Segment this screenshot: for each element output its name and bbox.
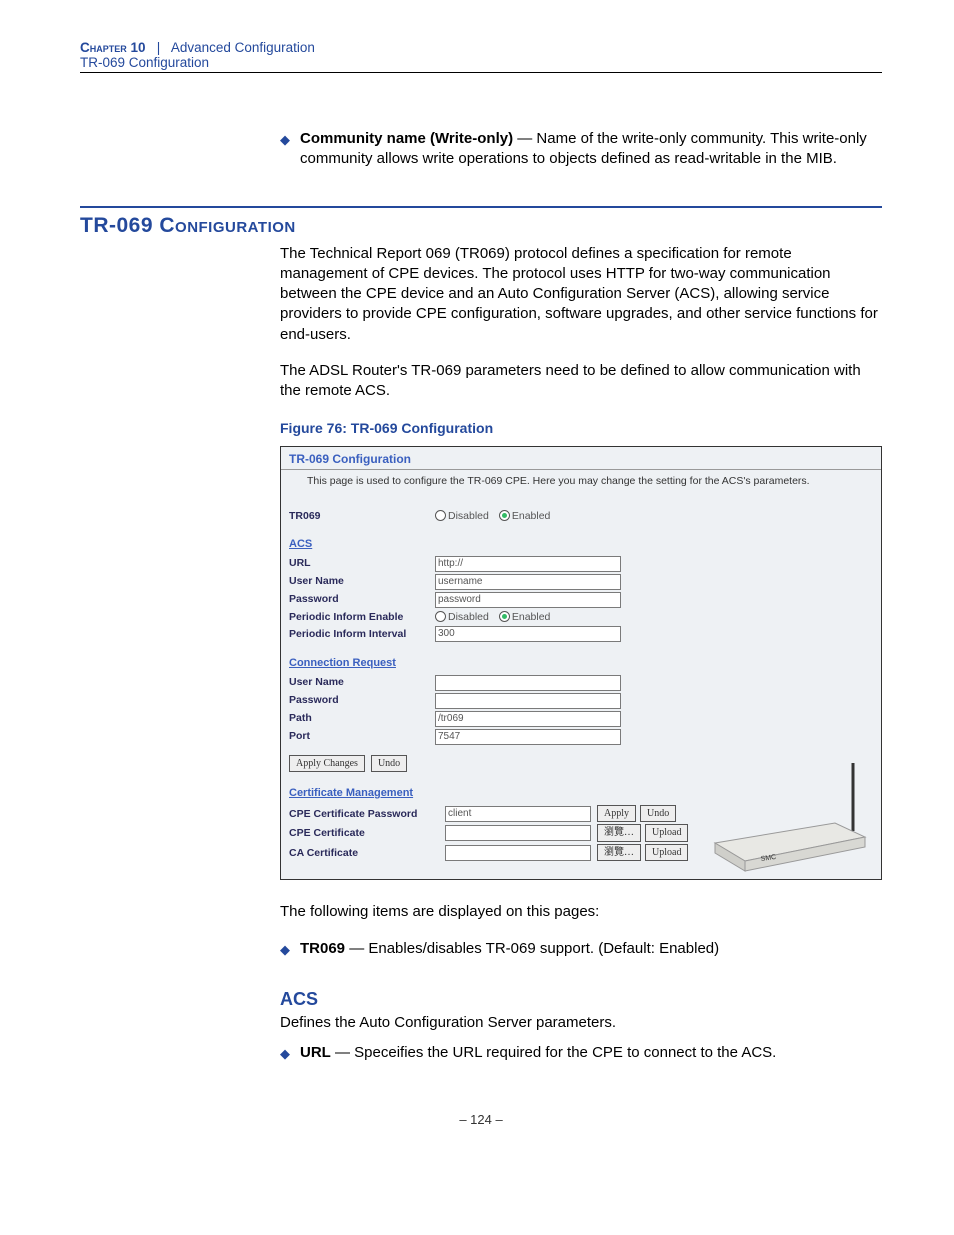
periodic-inform-interval-input[interactable]: 300 — [435, 626, 621, 642]
periodic-inform-interval-label: Periodic Inform Interval — [289, 627, 435, 641]
cr-path-label: Path — [289, 711, 435, 725]
bullet-community-name: ◆ Community name (Write-only) — Name of … — [280, 129, 882, 170]
items-intro: The following items are displayed on thi… — [280, 902, 882, 922]
ca-cert-label: CA Certificate — [289, 846, 445, 860]
paragraph-intro-2: The ADSL Router's TR-069 parameters need… — [280, 361, 882, 402]
radio-icon — [499, 510, 510, 521]
tr069-enabled-radio[interactable]: Enabled — [499, 509, 551, 523]
chapter-label: Chapter 10 — [80, 40, 146, 55]
cr-port-label: Port — [289, 729, 435, 743]
cpe-upload-button[interactable]: Upload — [645, 824, 688, 842]
screenshot-title: TR-069 Configuration — [281, 447, 881, 470]
radio-label: Disabled — [448, 610, 489, 624]
bullet-term: Community name (Write-only) — [300, 130, 513, 147]
ca-cert-input[interactable] — [445, 845, 591, 861]
bullet-url: ◆ URL — Speceifies the URL required for … — [280, 1043, 882, 1063]
paragraph-intro-1: The Technical Report 069 (TR069) protoco… — [280, 244, 882, 345]
periodic-inform-enable-label: Periodic Inform Enable — [289, 610, 435, 624]
section-rule — [80, 206, 882, 208]
radio-label: Disabled — [448, 509, 489, 523]
figure-caption: Figure 76: TR-069 Configuration — [280, 419, 882, 438]
bullet-tr069: ◆ TR069 — Enables/disables TR-069 suppor… — [280, 939, 882, 959]
url-label: URL — [289, 556, 435, 570]
apply-changes-button[interactable]: Apply Changes — [289, 755, 365, 773]
username-label: User Name — [289, 574, 435, 588]
radio-label: Enabled — [512, 610, 551, 624]
radio-label: Enabled — [512, 509, 551, 523]
acs-heading: ACS — [280, 987, 882, 1011]
password-input[interactable]: password — [435, 592, 621, 608]
section-heading: TR-069 Configuration — [80, 214, 882, 238]
password-label: Password — [289, 592, 435, 606]
page-number: – 124 – — [80, 1112, 882, 1127]
header-subtitle: TR-069 Configuration — [80, 55, 882, 70]
cpe-cert-input[interactable] — [445, 825, 591, 841]
radio-icon — [435, 510, 446, 521]
cert-apply-button[interactable]: Apply — [597, 805, 636, 823]
bullet-term: TR069 — [300, 940, 345, 957]
undo-button[interactable]: Undo — [371, 755, 407, 773]
tr069-disabled-radio[interactable]: Disabled — [435, 509, 489, 523]
header-title: Advanced Configuration — [171, 40, 315, 55]
pie-disabled-radio[interactable]: Disabled — [435, 610, 489, 624]
screenshot-desc: This page is used to configure the TR-06… — [281, 470, 881, 502]
bullet-term: URL — [300, 1044, 331, 1061]
diamond-icon: ◆ — [280, 939, 290, 959]
bullet-desc: — Enables/disables TR-069 support. (Defa… — [345, 940, 719, 957]
diamond-icon: ◆ — [280, 129, 290, 149]
acs-subhead: ACS — [289, 537, 873, 552]
connection-request-subhead: Connection Request — [289, 656, 873, 671]
cr-password-label: Password — [289, 693, 435, 707]
header-separator: | — [149, 40, 168, 55]
cr-path-input[interactable]: /tr069 — [435, 711, 621, 727]
cr-password-input[interactable] — [435, 693, 621, 709]
radio-icon — [435, 611, 446, 622]
config-screenshot: TR-069 Configuration This page is used t… — [280, 446, 882, 880]
acs-paragraph: Defines the Auto Configuration Server pa… — [280, 1013, 882, 1033]
cpe-cert-label: CPE Certificate — [289, 826, 445, 840]
pie-enabled-radio[interactable]: Enabled — [499, 610, 551, 624]
bullet-dash: — — [513, 130, 536, 147]
cr-username-input[interactable] — [435, 675, 621, 691]
page-header: Chapter 10 | Advanced Configuration TR-0… — [80, 40, 882, 73]
url-input[interactable]: http:// — [435, 556, 621, 572]
cr-port-input[interactable]: 7547 — [435, 729, 621, 745]
cpe-cert-password-label: CPE Certificate Password — [289, 807, 445, 821]
radio-icon — [499, 611, 510, 622]
diamond-icon: ◆ — [280, 1043, 290, 1063]
ca-upload-button[interactable]: Upload — [645, 844, 688, 862]
cr-username-label: User Name — [289, 675, 435, 689]
cpe-cert-password-input[interactable]: client — [445, 806, 591, 822]
tr069-label: TR069 — [289, 509, 435, 523]
username-input[interactable]: username — [435, 574, 621, 590]
bullet-desc: — Speceifies the URL required for the CP… — [331, 1044, 777, 1061]
cert-undo-button[interactable]: Undo — [640, 805, 676, 823]
cpe-browse-button[interactable]: 瀏覽… — [597, 824, 641, 842]
ca-browse-button[interactable]: 瀏覽… — [597, 844, 641, 862]
router-device-icon: SMC — [705, 753, 875, 873]
